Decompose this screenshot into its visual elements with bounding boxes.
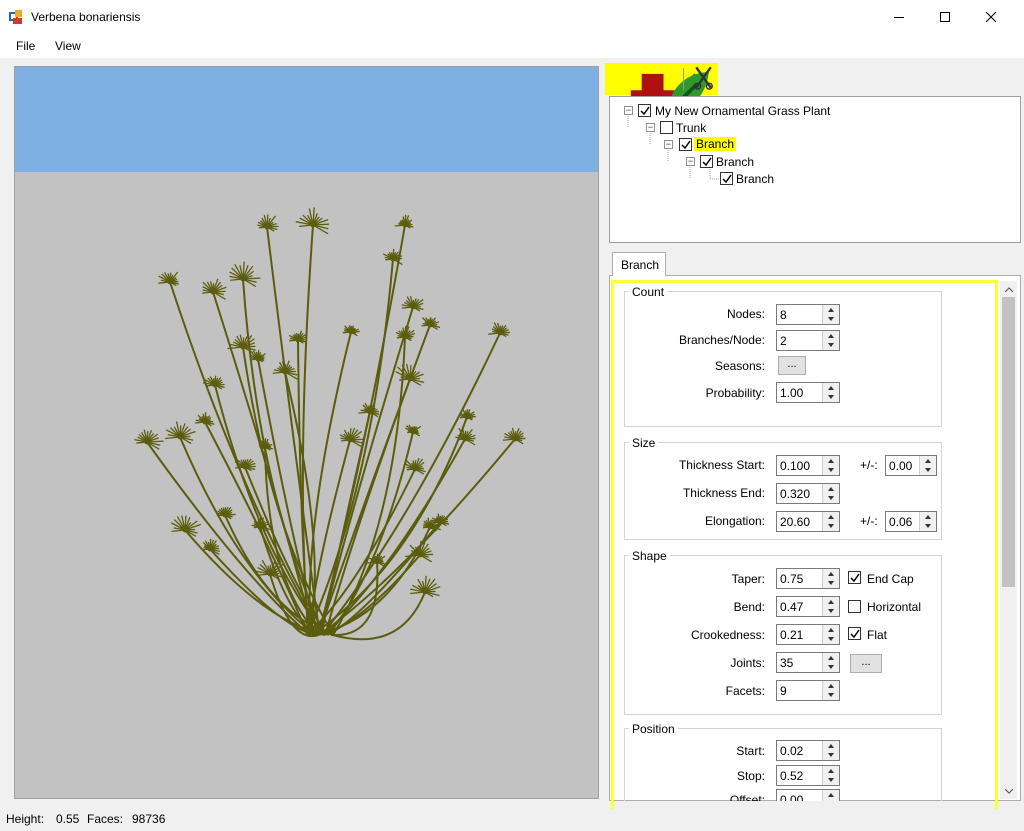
tree-branch1-label[interactable]: Branch xyxy=(694,137,737,151)
chevron-down-icon xyxy=(1004,788,1013,794)
delete-icon[interactable] xyxy=(689,63,718,92)
tree-branch2-label[interactable]: Branch xyxy=(716,155,754,169)
tab-branch[interactable]: Branch xyxy=(612,252,666,276)
properties-scrollbar[interactable] xyxy=(1000,281,1017,799)
status-faces-value: 98736 xyxy=(132,812,166,826)
scroll-up-arrow[interactable] xyxy=(1000,281,1017,297)
menu-bar: File View xyxy=(0,34,1024,58)
status-faces-label: Faces: xyxy=(87,812,124,826)
tree-root-expander[interactable]: − xyxy=(624,106,633,115)
status-bar: Height: 0.55 Faces: 98736 xyxy=(0,809,1024,831)
toolbar xyxy=(605,63,718,156)
minimize-button[interactable] xyxy=(876,0,922,34)
scroll-down-arrow[interactable] xyxy=(1000,783,1017,799)
tree-root-label[interactable]: My New Ornamental Grass Plant xyxy=(655,104,830,118)
tree-branch1-checkbox[interactable] xyxy=(679,138,692,151)
panel-highlight-frame xyxy=(611,280,998,831)
tree-trunk-checkbox[interactable] xyxy=(660,121,673,134)
tree-branch2-checkbox[interactable] xyxy=(700,155,713,168)
tree-trunk-expander[interactable]: − xyxy=(646,123,655,132)
chevron-up-icon xyxy=(1004,286,1013,292)
maximize-icon xyxy=(940,12,950,22)
tree-branch3-label[interactable]: Branch xyxy=(736,172,774,186)
tree-trunk-label[interactable]: Trunk xyxy=(676,121,706,135)
plant-render xyxy=(134,207,526,641)
title-bar: Verbena bonariensis xyxy=(0,0,1024,34)
maximize-button[interactable] xyxy=(922,0,968,34)
tree-branch2-expander[interactable]: − xyxy=(686,157,695,166)
toolbar-separator xyxy=(683,68,684,90)
tree-branch3-checkbox[interactable] xyxy=(720,172,733,185)
plant-stems xyxy=(146,224,516,641)
scroll-thumb[interactable] xyxy=(1002,297,1015,587)
status-height-value: 0.55 xyxy=(56,812,80,826)
app-icon xyxy=(9,10,22,24)
menu-view[interactable]: View xyxy=(55,39,81,53)
status-height-label: Height: xyxy=(6,812,45,826)
window-title: Verbena bonariensis xyxy=(31,10,141,24)
close-icon xyxy=(986,12,996,22)
close-button[interactable] xyxy=(968,0,1014,34)
minimize-icon xyxy=(894,17,904,18)
menu-file[interactable]: File xyxy=(16,39,35,53)
plant-viewport[interactable] xyxy=(14,66,599,799)
tree-root-checkbox[interactable] xyxy=(638,104,651,117)
plant-tree-view[interactable]: − My New Ornamental Grass Plant − Trunk … xyxy=(609,96,1021,243)
tree-lines xyxy=(627,116,720,180)
tree-branch1-expander[interactable]: − xyxy=(664,140,673,149)
